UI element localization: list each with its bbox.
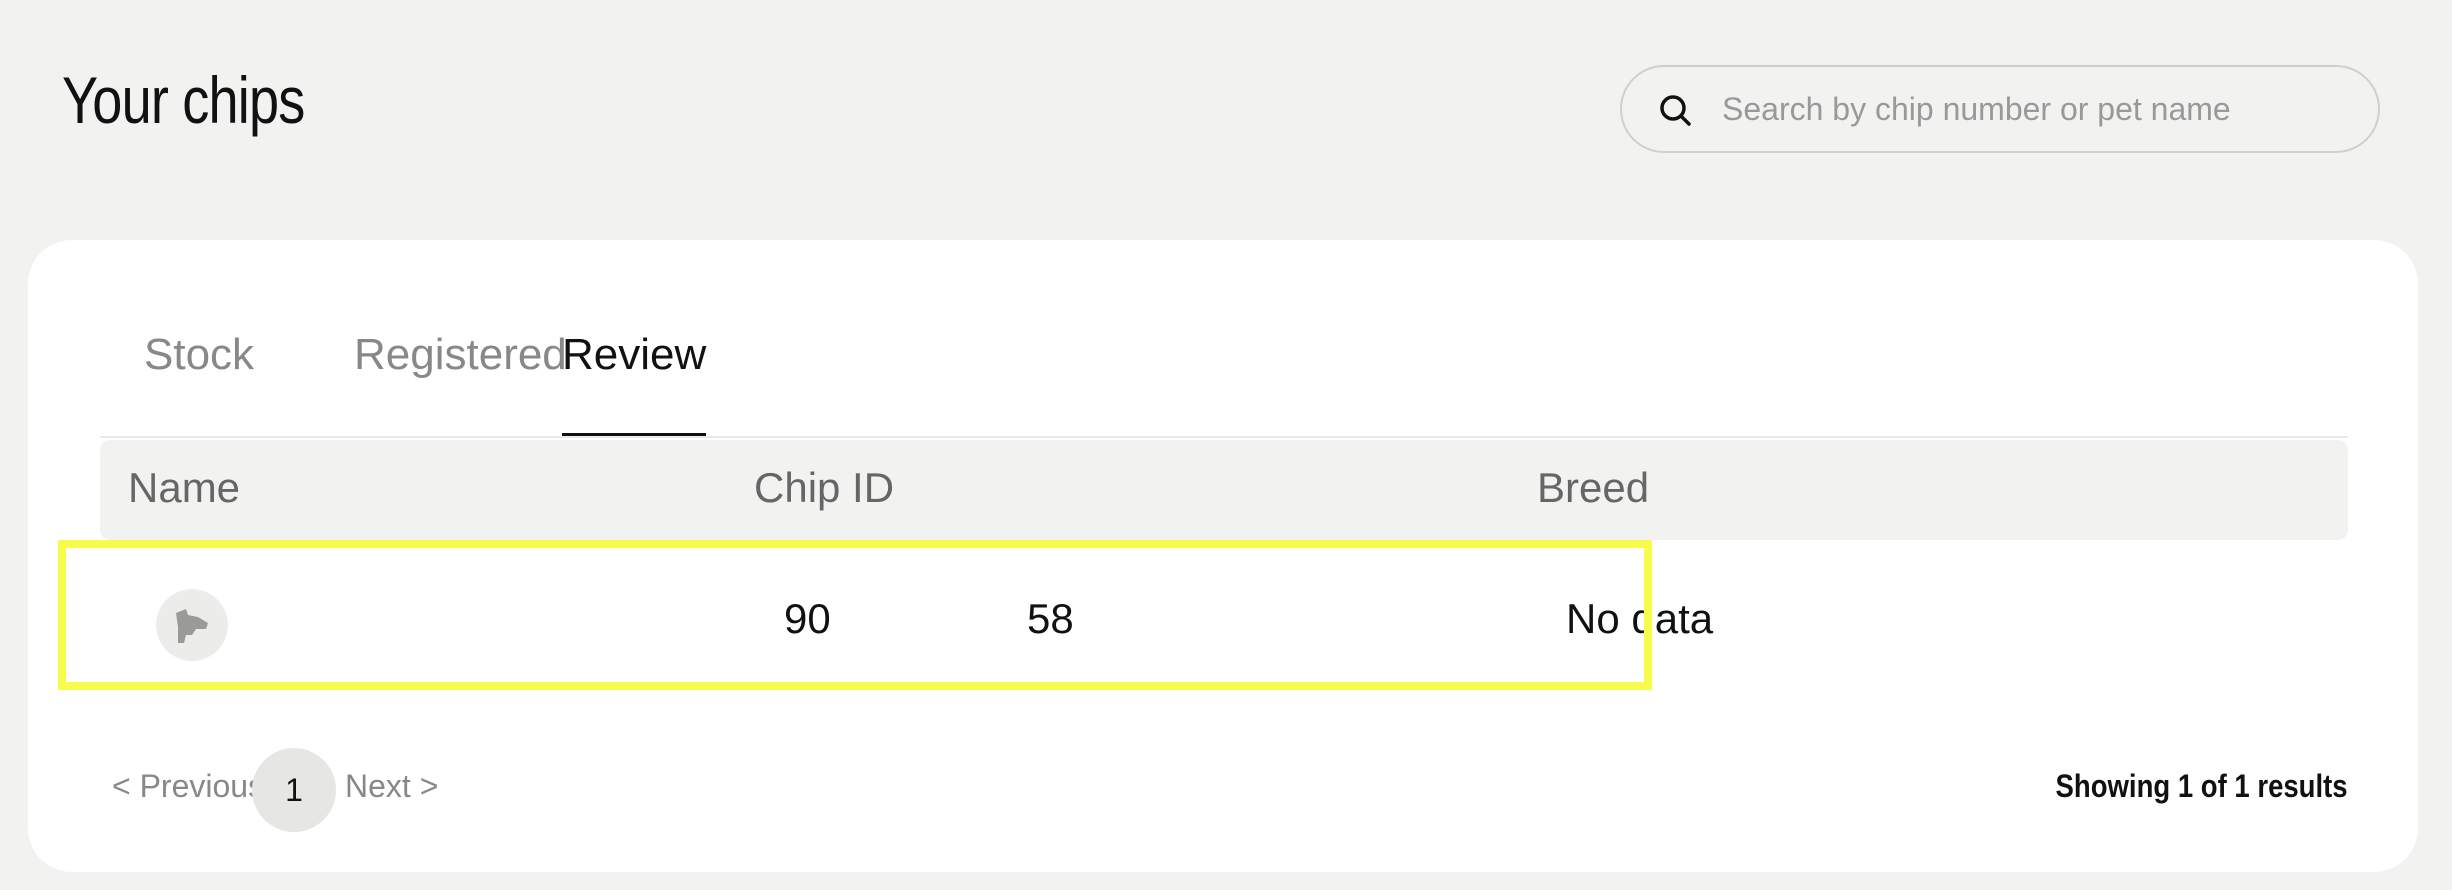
next-page-button[interactable]: Next > [345, 768, 438, 805]
breed-cell: No data [1566, 595, 1714, 642]
page-1-button[interactable]: 1 [252, 748, 336, 832]
dog-head-icon [176, 609, 208, 643]
results-count: Showing 1 of 1 results [2055, 768, 2348, 804]
search-input[interactable] [1722, 67, 2342, 151]
column-header-breed: Breed [1537, 464, 1650, 511]
page: Your chips Stock Registered Review Name … [0, 0, 2452, 890]
column-header-chip-id: Chip ID [754, 464, 895, 511]
tab-bar: Stock Registered Review [100, 310, 2348, 438]
page-title: Your chips [62, 63, 305, 137]
table-header: Name Chip ID Breed [100, 440, 2348, 540]
chips-card: Stock Registered Review Name Chip ID Bre… [28, 240, 2418, 872]
search-bar[interactable] [1620, 65, 2380, 153]
tab-review[interactable]: Review [562, 310, 707, 436]
chip-id-start: 90 [784, 595, 831, 642]
avatar [156, 589, 228, 661]
table-row[interactable]: 90 58 No data [94, 540, 2348, 690]
tab-stock[interactable]: Stock [144, 310, 254, 436]
search-icon [1660, 95, 1691, 126]
chip-id-end: 58 [1027, 595, 1074, 642]
tab-registered[interactable]: Registered [354, 310, 567, 436]
previous-page-button[interactable]: < Previous [112, 768, 264, 805]
column-header-name: Name [128, 464, 241, 511]
